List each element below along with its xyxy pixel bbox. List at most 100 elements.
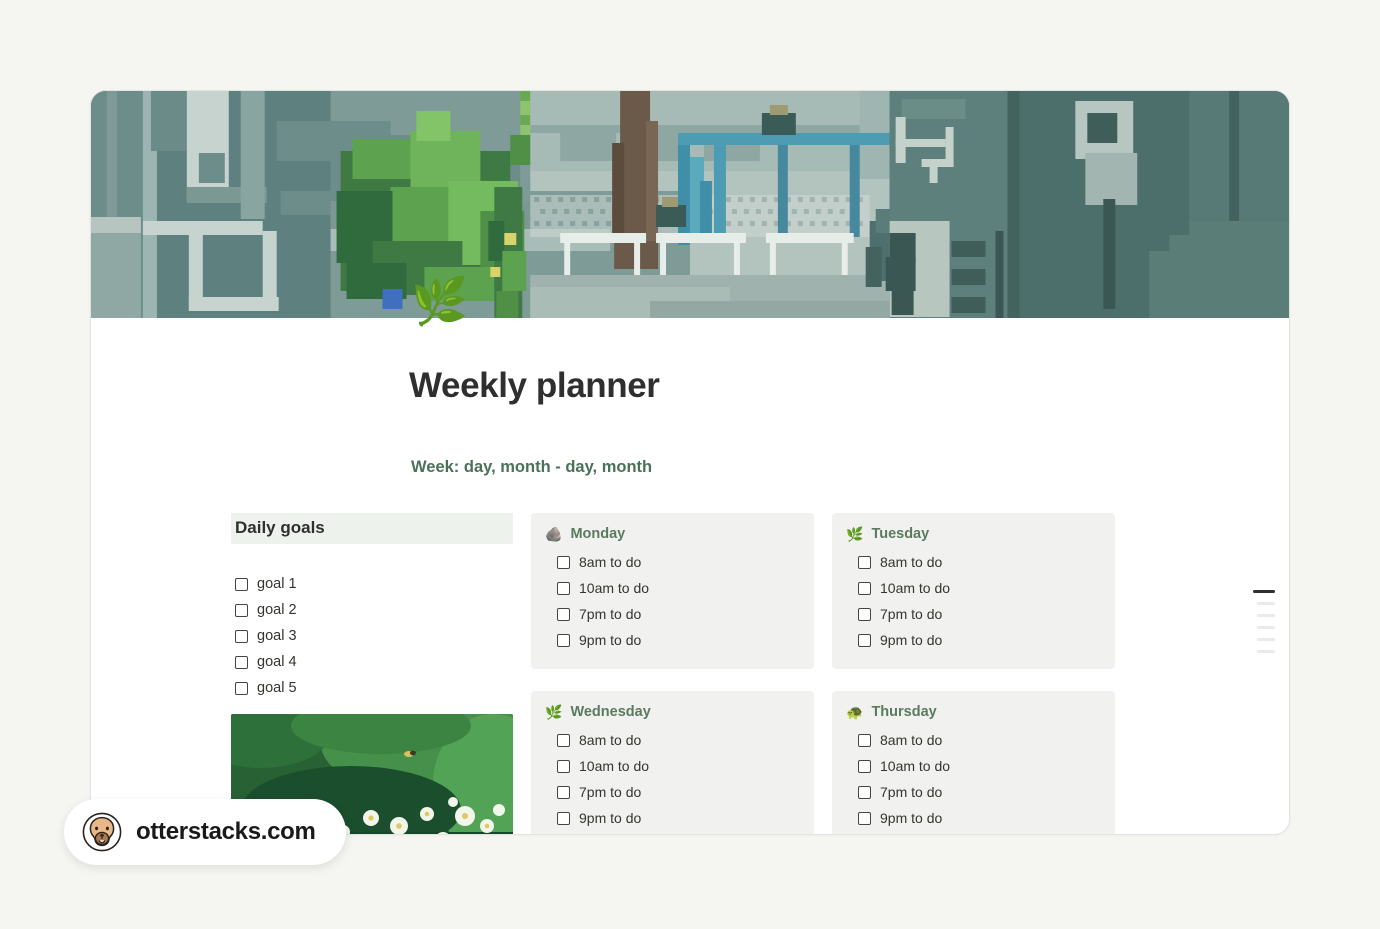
list-item[interactable]: 9pm to do [545,627,800,653]
cover-banner[interactable] [91,91,1289,318]
list-item[interactable]: 10am to do [545,753,800,779]
daily-goals-heading: Daily goals [231,513,513,544]
days-column-right: 🌿 Tuesday 8am to do 10am to do 7pm to do [832,513,1115,834]
task-label: 9pm to do [579,632,642,648]
checkbox-icon[interactable] [557,785,570,799]
banner-pixel-art [91,91,1289,318]
document-body: 🌿 Weekly planner Week: day, month - day,… [91,278,1289,834]
checkbox-icon[interactable] [858,785,871,799]
outline-marker-active[interactable] [1253,590,1275,593]
daily-goals-column: Daily goals goal 1 goal 2 goal 3 goal 4 … [231,513,513,834]
list-item[interactable]: 7pm to do [545,779,800,805]
day-card-thursday[interactable]: 🐢 Thursday 8am to do 10am to do 7pm to d… [832,691,1115,834]
list-item[interactable]: 9pm to do [846,805,1101,831]
checkbox-icon[interactable] [235,655,248,669]
branding-badge[interactable]: otterstacks.com [64,799,346,865]
checkbox-icon[interactable] [557,607,570,621]
checkbox-icon[interactable] [858,581,871,595]
list-item[interactable]: 7pm to do [846,601,1101,627]
checkbox-icon[interactable] [235,681,248,695]
rock-icon: 🪨 [545,526,563,542]
goal-label: goal 5 [257,680,297,696]
outline-marker[interactable] [1257,601,1275,605]
checkbox-icon[interactable] [858,633,871,647]
task-label: 9pm to do [880,810,943,826]
days-column-left: 🪨 Monday 8am to do 10am to do 7pm to do [531,513,814,834]
checkbox-icon[interactable] [858,607,871,621]
goal-label: goal 2 [257,602,297,618]
task-label: 8am to do [579,554,642,570]
day-card-tuesday[interactable]: 🌿 Tuesday 8am to do 10am to do 7pm to do [832,513,1115,669]
task-label: 10am to do [880,580,951,596]
checkbox-icon[interactable] [235,577,248,591]
checkbox-icon[interactable] [858,555,871,569]
day-name: Monday [570,526,626,542]
checkbox-icon[interactable] [557,555,570,569]
list-item[interactable]: 9pm to do [545,805,800,831]
outline-marker[interactable] [1257,625,1275,629]
outline-marker[interactable] [1257,637,1275,641]
task-label: 7pm to do [579,606,642,622]
document-card: 🌿 Weekly planner Week: day, month - day,… [90,90,1290,835]
checkbox-icon[interactable] [557,633,570,647]
task-label: 7pm to do [880,606,943,622]
task-label: 8am to do [579,732,642,748]
brand-domain: otterstacks.com [136,818,316,845]
day-header: 🌿 Wednesday [545,704,800,720]
list-item[interactable]: 8am to do [846,549,1101,575]
outline-marker[interactable] [1257,649,1275,653]
checkbox-icon[interactable] [235,629,248,643]
task-label: 8am to do [880,554,943,570]
daily-goals-list: goal 1 goal 2 goal 3 goal 4 goal 5 [231,571,513,701]
list-item[interactable]: goal 2 [235,597,513,623]
checkbox-icon[interactable] [858,733,871,747]
checkbox-icon[interactable] [557,811,570,825]
list-item[interactable]: 9pm to do [846,627,1101,653]
day-name: Wednesday [570,704,651,720]
task-label: 9pm to do [579,810,642,826]
list-item[interactable]: 8am to do [846,727,1101,753]
day-name: Thursday [871,704,937,720]
checkbox-icon[interactable] [557,733,570,747]
day-card-monday[interactable]: 🪨 Monday 8am to do 10am to do 7pm to do [531,513,814,669]
day-header: 🌿 Tuesday [846,526,1101,542]
task-label: 8am to do [880,732,943,748]
task-label: 10am to do [880,758,951,774]
list-item[interactable]: 10am to do [846,575,1101,601]
day-name: Tuesday [871,526,930,542]
list-item[interactable]: 8am to do [545,727,800,753]
list-item[interactable]: goal 4 [235,649,513,675]
page-title: Weekly planner [409,366,660,405]
goal-label: goal 4 [257,654,297,670]
task-label: 7pm to do [579,784,642,800]
outline-marker[interactable] [1257,613,1275,617]
day-card-wednesday[interactable]: 🌿 Wednesday 8am to do 10am to do 7pm to … [531,691,814,834]
list-item[interactable]: 10am to do [846,753,1101,779]
list-item[interactable]: 7pm to do [846,779,1101,805]
task-label: 9pm to do [880,632,943,648]
task-label: 10am to do [579,758,650,774]
planner-columns: Daily goals goal 1 goal 2 goal 3 goal 4 … [91,513,1289,834]
page-outline-rail[interactable] [1253,590,1275,653]
checkbox-icon[interactable] [557,759,570,773]
list-item[interactable]: goal 1 [235,571,513,597]
checkbox-icon[interactable] [858,811,871,825]
list-item[interactable]: goal 3 [235,623,513,649]
list-item[interactable]: 7pm to do [545,601,800,627]
list-item[interactable]: 8am to do [545,549,800,575]
herb-icon: 🌿 [846,526,864,542]
task-label: 7pm to do [880,784,943,800]
turtle-icon: 🐢 [846,704,864,720]
checkbox-icon[interactable] [235,603,248,617]
goal-label: goal 3 [257,628,297,644]
otter-face-logo [82,812,122,852]
day-header: 🐢 Thursday [846,704,1101,720]
checkbox-icon[interactable] [557,581,570,595]
list-item[interactable]: 10am to do [545,575,800,601]
day-header: 🪨 Monday [545,526,800,542]
goal-label: goal 1 [257,576,297,592]
herb-icon: 🌿 [545,704,563,720]
checkbox-icon[interactable] [858,759,871,773]
list-item[interactable]: goal 5 [235,675,513,701]
week-range-text[interactable]: Week: day, month - day, month [411,458,652,477]
